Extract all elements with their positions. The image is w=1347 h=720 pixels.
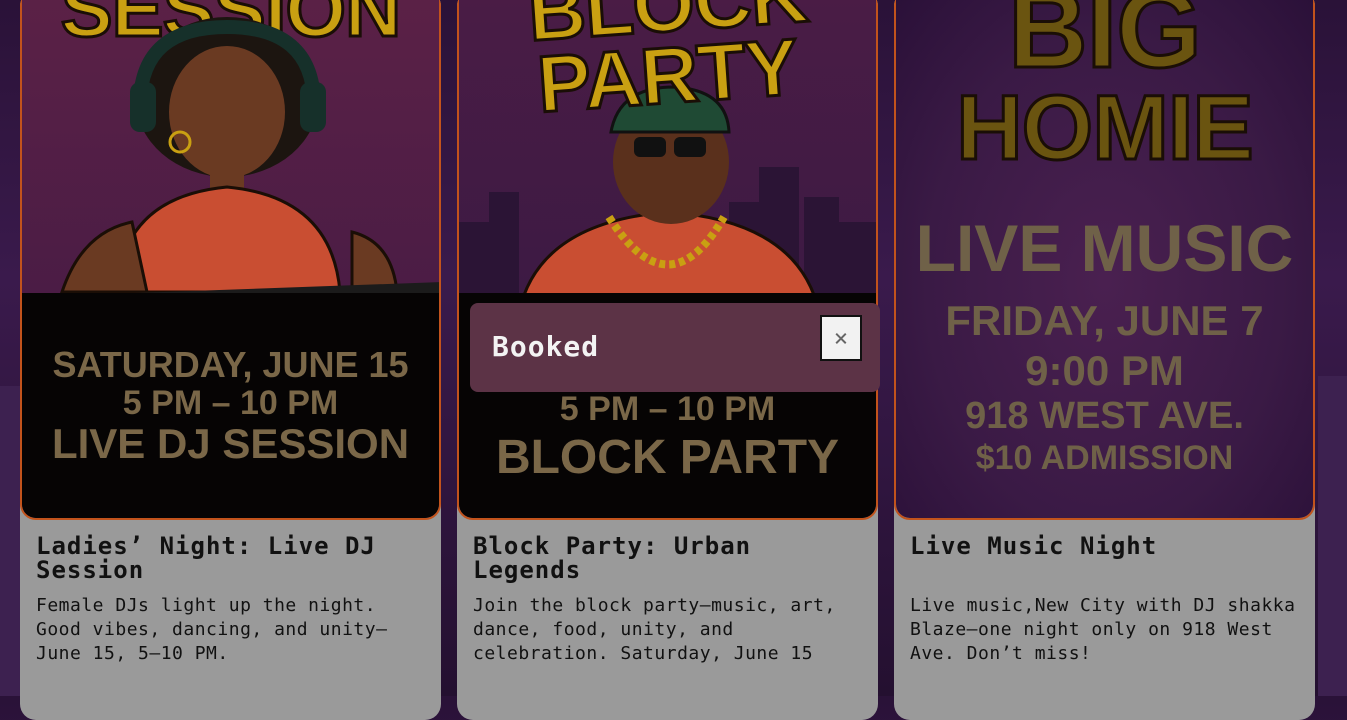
poster-date: FRIDAY, JUNE 7 [945,297,1264,344]
card-title: Ladies’ Night: Live DJ Session [36,532,376,584]
event-poster: BLOCK PARTY 5 PM – 10 PM BLOCK PARTY [457,0,878,520]
poster-time: 9:00 PM [1025,347,1184,394]
poster-time: 5 PM – 10 PM [122,384,339,422]
poster-subtitle: LIVE DJ SESSION [51,420,410,467]
toast-message: Booked [492,330,600,363]
event-poster: SESSION SATURDAY, JUNE 15 5 PM – 10 PM L [20,0,441,520]
card-title: Block Party: Urban Legends [473,532,752,584]
poster-time: 5 PM – 10 PM [559,390,776,428]
card-description: Live music,New City with DJ shakka Blaze… [910,595,1296,664]
event-card-live-music[interactable]: BIG HOMIE LIVE MUSIC FRIDAY, JUNE 7 9:00… [894,0,1315,720]
card-title: Live Music Night [910,532,1158,560]
poster-subtitle: BLOCK PARTY [495,431,840,484]
poster-admission: $10 ADMISSION [975,439,1234,477]
poster-genre: LIVE MUSIC [915,211,1294,285]
event-card-ladies-night[interactable]: SESSION SATURDAY, JUNE 15 5 PM – 10 PM L [20,0,441,720]
booking-toast: Booked × [470,303,880,392]
card-description: Female DJs light up the night. Good vibe… [36,595,388,664]
event-poster: BIG HOMIE LIVE MUSIC FRIDAY, JUNE 7 9:00… [894,0,1315,520]
poster-date: SATURDAY, JUNE 15 [52,344,409,385]
close-icon[interactable]: × [820,315,862,361]
poster-address: 918 WEST AVE. [965,395,1244,437]
card-description: Join the block party—music, art, dance, … [473,595,836,664]
poster-headline-2: HOMIE [955,76,1256,181]
